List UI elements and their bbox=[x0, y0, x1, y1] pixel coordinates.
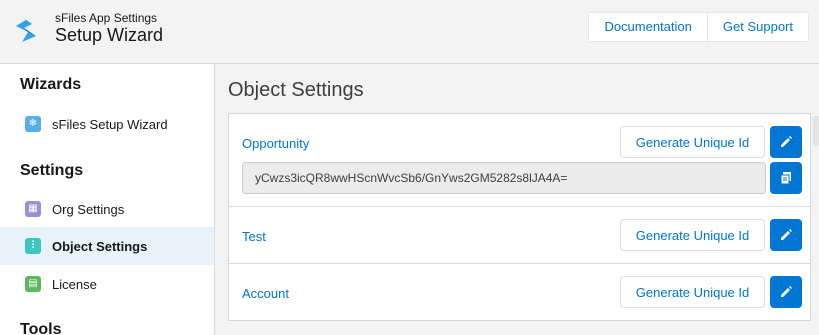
wizards-heading: Wizards bbox=[20, 76, 82, 93]
generate-unique-id-button[interactable]: Generate Unique Id bbox=[620, 276, 765, 308]
tools-heading: Tools bbox=[20, 321, 62, 335]
get-support-button[interactable]: Get Support bbox=[706, 13, 808, 41]
sidebar-item-label: Org Settings bbox=[52, 201, 125, 217]
sidebar-item-label: Object Settings bbox=[52, 238, 148, 254]
object-link-test[interactable]: Test bbox=[242, 229, 266, 244]
pencil-icon bbox=[781, 229, 792, 240]
page-title: Object Settings bbox=[228, 79, 364, 101]
edit-button[interactable] bbox=[770, 126, 802, 158]
generate-unique-id-button[interactable]: Generate Unique Id bbox=[620, 126, 765, 158]
object-row-account: Account Generate Unique Id bbox=[229, 264, 810, 321]
sidebar-item-license[interactable]: ▤ License bbox=[0, 265, 214, 303]
app-header: sFiles App Settings Setup Wizard Documen… bbox=[0, 0, 819, 64]
object-link-opportunity[interactable]: Opportunity bbox=[242, 136, 309, 151]
app-title: Setup Wizard bbox=[55, 25, 164, 45]
object-row-opportunity: Opportunity Generate Unique Id bbox=[229, 114, 810, 207]
snowflake-icon: ❄ bbox=[25, 116, 41, 132]
scrollbar-handle[interactable] bbox=[813, 116, 819, 146]
sidebar-item-object-settings[interactable]: ⫶ Object Settings bbox=[0, 227, 214, 265]
header-button-group: Documentation Get Support bbox=[588, 12, 809, 42]
unique-id-field[interactable] bbox=[242, 162, 766, 194]
grid-icon: ▦ bbox=[25, 201, 41, 217]
sidebar-item-label: sFiles Setup Wizard bbox=[52, 116, 168, 132]
generate-unique-id-button[interactable]: Generate Unique Id bbox=[620, 219, 765, 251]
sidebar-item-label: License bbox=[52, 276, 97, 292]
settings-heading: Settings bbox=[20, 162, 84, 179]
object-link-account[interactable]: Account bbox=[242, 286, 289, 301]
sfiles-logo-icon bbox=[16, 14, 36, 42]
copy-icon bbox=[780, 172, 791, 185]
object-settings-panel: Opportunity Generate Unique Id Test Gene… bbox=[228, 113, 811, 321]
edit-button[interactable] bbox=[770, 219, 802, 251]
sidebar-item-sfiles-setup-wizard[interactable]: ❄ sFiles Setup Wizard bbox=[0, 105, 214, 143]
documentation-button[interactable]: Documentation bbox=[589, 13, 707, 41]
pencil-icon bbox=[781, 136, 792, 147]
document-icon: ▤ bbox=[25, 276, 41, 292]
sidebar-item-org-settings[interactable]: ▦ Org Settings bbox=[0, 190, 214, 228]
sliders-icon: ⫶ bbox=[25, 238, 41, 254]
app-subtitle: sFiles App Settings bbox=[55, 11, 158, 25]
edit-button[interactable] bbox=[770, 276, 802, 308]
pencil-icon bbox=[781, 286, 792, 297]
sidebar: Wizards ❄ sFiles Setup Wizard Settings ▦… bbox=[0, 64, 215, 335]
object-row-test: Test Generate Unique Id bbox=[229, 207, 810, 264]
copy-button[interactable] bbox=[770, 162, 802, 194]
